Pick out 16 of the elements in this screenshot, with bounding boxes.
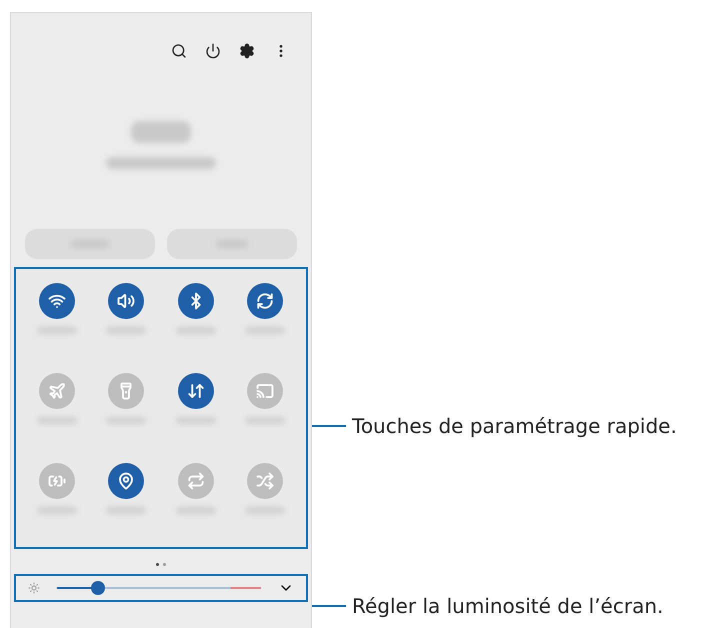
settings-icon[interactable] — [239, 43, 255, 59]
leader-line — [312, 605, 346, 607]
search-icon[interactable] — [171, 43, 187, 59]
callout-text: Touches de paramétrage rapide. — [352, 414, 677, 438]
sun-icon — [28, 582, 40, 594]
power-icon[interactable] — [205, 43, 221, 59]
wifi-icon[interactable] — [38, 283, 75, 319]
slider-thumb[interactable] — [90, 581, 105, 595]
bluetooth-icon[interactable] — [178, 283, 214, 319]
speaker-icon[interactable] — [108, 283, 144, 319]
callout-text: Régler la luminosité de l’écran. — [352, 594, 664, 618]
blurred-clock — [131, 121, 191, 143]
arrows-icon[interactable] — [178, 373, 214, 409]
leader-line — [312, 425, 346, 427]
rotate-icon[interactable] — [247, 283, 284, 319]
location-pin-icon[interactable] — [108, 463, 144, 499]
